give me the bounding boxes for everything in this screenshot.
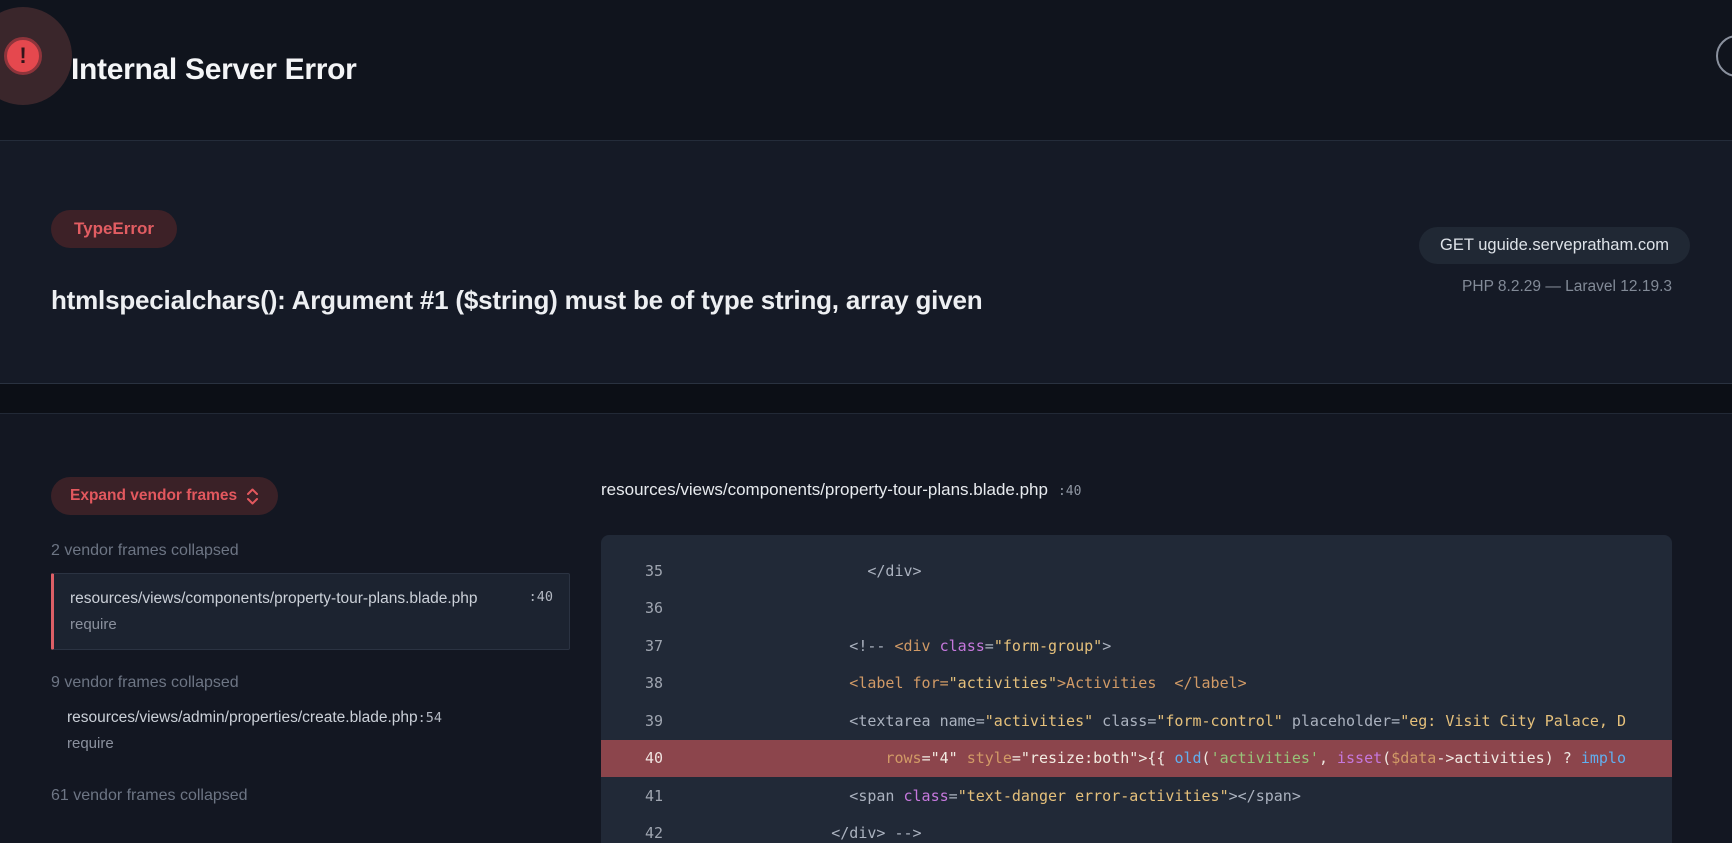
vendor-frames-collapsed-label: 61 vendor frames collapsed	[51, 787, 570, 805]
settings-button-partial[interactable]	[1716, 35, 1732, 77]
expand-vendor-frames-button[interactable]: Expand vendor frames	[51, 477, 278, 515]
code-file-header: resources/views/components/property-tour…	[601, 480, 1672, 500]
frame-line-number: :40	[529, 589, 553, 605]
line-code: </div>	[759, 562, 922, 580]
frame-method: require	[67, 731, 554, 756]
environment-info: PHP 8.2.29 — Laravel 12.19.3	[1419, 278, 1672, 296]
vendor-frames-collapsed-label: 9 vendor frames collapsed	[51, 674, 570, 692]
stack-frame-list: 2 vendor frames collapsed resources/views…	[51, 542, 570, 805]
line-code: </div> -->	[759, 824, 922, 842]
exception-type-badge[interactable]: TypeError	[51, 210, 177, 248]
main-content: Expand vendor frames 2 vendor frames col…	[0, 414, 1732, 843]
frame-file-path: resources/views/admin/properties/create.…	[67, 709, 418, 726]
line-number: 38	[627, 674, 663, 692]
section-divider	[0, 384, 1732, 414]
line-number: 37	[627, 637, 663, 655]
code-line-36: 36	[601, 590, 1672, 628]
stack-frame[interactable]: resources/views/admin/properties/create.…	[51, 705, 570, 756]
frame-file-path: resources/views/components/property-tour…	[70, 586, 540, 611]
page-title: Internal Server Error	[71, 53, 357, 87]
error-message: htmlspecialchars(): Argument #1 ($string…	[51, 285, 1251, 316]
chevrons-up-down-icon	[246, 488, 259, 505]
code-line-42: 42 </div> -->	[601, 815, 1672, 843]
header: ! Internal Server Error	[0, 0, 1732, 141]
line-code: <textarea name="activities" class="form-…	[759, 712, 1626, 730]
request-info-block: GET uguide.servepratham.com PHP 8.2.29 —…	[1419, 227, 1690, 296]
code-line-40: 40 rows="4" style="resize:both">{{ old('…	[601, 740, 1672, 778]
vendor-frames-collapsed-label: 2 vendor frames collapsed	[51, 542, 570, 560]
code-line-37: 37 <!-- <div class="form-group">	[601, 627, 1672, 665]
stack-trace-panel: Expand vendor frames 2 vendor frames col…	[51, 414, 570, 818]
frame-method: require	[70, 612, 555, 637]
line-number: 40	[627, 749, 663, 767]
line-code: rows="4" style="resize:both">{{ old('act…	[759, 749, 1626, 767]
code-line-35: 35 </div>	[601, 552, 1672, 590]
code-line-38: 38 <label for="activities">Activities </…	[601, 665, 1672, 703]
line-code: <!-- <div class="form-group">	[759, 637, 1111, 655]
code-file-line: :40	[1058, 484, 1081, 499]
line-number: 42	[627, 824, 663, 842]
code-panel[interactable]: 35 </div> 36 37 <!-- <div class="form-grou…	[601, 535, 1672, 843]
code-viewer: resources/views/components/property-tour…	[601, 414, 1672, 843]
line-code: <span class="text-danger error-activitie…	[759, 787, 1301, 805]
error-alert-glow: !	[0, 7, 72, 105]
code-line-39: 39 <textarea name="activities" class="fo…	[601, 702, 1672, 740]
exclamation-circle-icon: !	[4, 37, 42, 75]
line-number: 39	[627, 712, 663, 730]
stack-frame[interactable]: resources/views/components/property-tour…	[51, 573, 570, 650]
code-line-41: 41 <span class="text-danger error-activi…	[601, 777, 1672, 815]
line-number: 36	[627, 599, 663, 617]
line-code: <label for="activities">Activities </lab…	[759, 674, 1247, 692]
expand-vendor-frames-label: Expand vendor frames	[70, 487, 237, 505]
request-pill[interactable]: GET uguide.servepratham.com	[1419, 227, 1690, 264]
code-file-path: resources/views/components/property-tour…	[601, 480, 1048, 499]
line-number: 41	[627, 787, 663, 805]
error-summary: TypeError htmlspecialchars(): Argument #…	[0, 141, 1732, 384]
line-number: 35	[627, 562, 663, 580]
frame-line-number: :54	[418, 710, 442, 726]
